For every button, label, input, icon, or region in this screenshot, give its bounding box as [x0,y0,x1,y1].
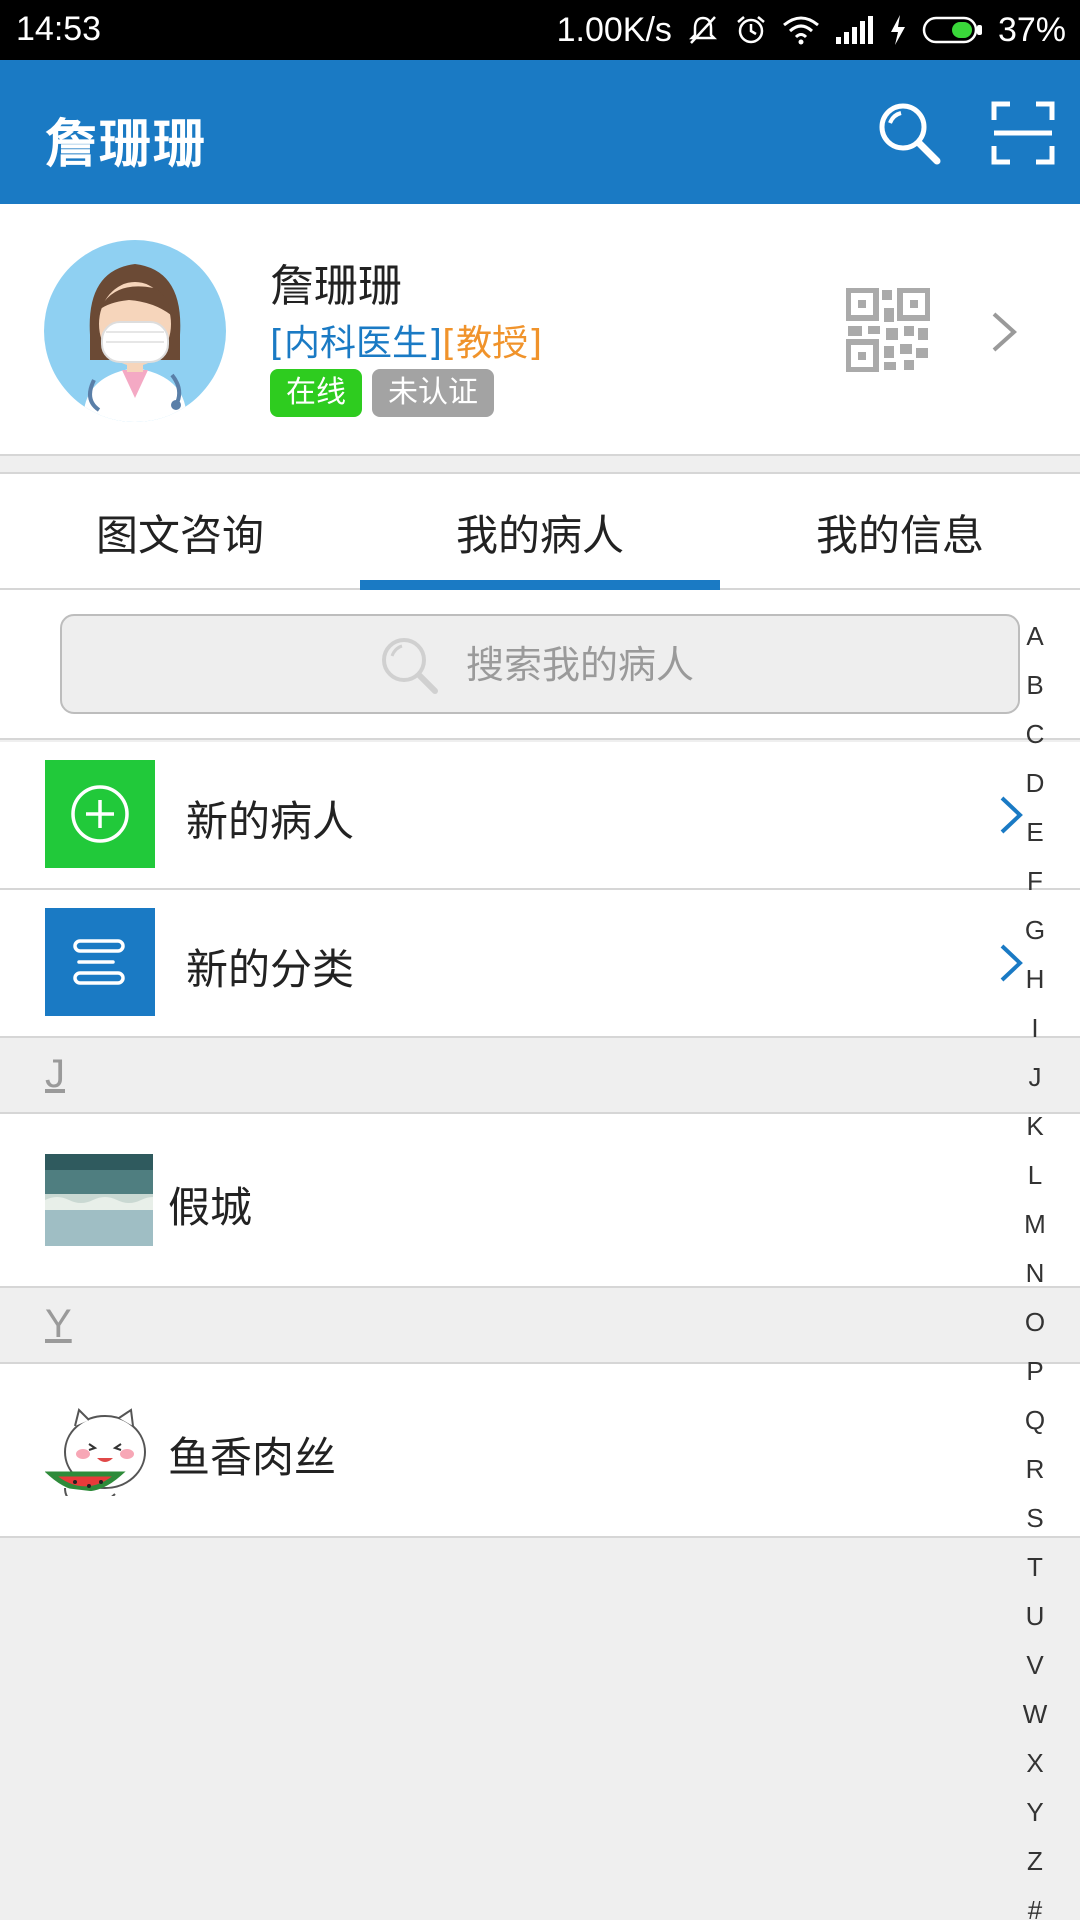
index-letter[interactable]: Z [1016,1837,1054,1886]
index-letter[interactable]: # [1016,1886,1054,1920]
scan-icon [991,101,1055,165]
signal-icon [834,15,874,45]
search-button[interactable] [876,100,942,166]
index-letter[interactable]: Y [1016,1788,1054,1837]
status-badges: 在线 未认证 [270,369,494,417]
alarm-icon [734,13,768,47]
charging-icon [888,13,908,47]
section-header-y: Y [0,1288,1080,1364]
index-letter[interactable]: E [1016,808,1054,857]
tab-label: 我的病人 [455,511,624,560]
index-letter[interactable]: N [1016,1249,1054,1298]
index-letter[interactable]: D [1016,759,1054,808]
index-letter[interactable]: M [1016,1200,1054,1249]
search-icon [879,103,941,165]
index-letter[interactable]: X [1016,1739,1054,1788]
battery-icon [922,15,984,45]
add-circle-icon [45,760,155,868]
doctor-name: 詹珊珊 [270,261,402,312]
index-letter[interactable]: P [1016,1347,1054,1396]
index-letter[interactable]: U [1016,1592,1054,1641]
index-letter[interactable]: O [1016,1298,1054,1347]
section-letter: J [45,1052,65,1096]
tab-consultation[interactable]: 图文咨询 [0,474,360,588]
new-category-label: 新的分类 [186,945,355,994]
status-badge-online: 在线 [270,369,362,417]
patient-row[interactable]: 鱼香肉丝 [0,1364,1080,1538]
patient-name: 鱼香肉丝 [168,1433,337,1482]
index-letter[interactable]: T [1016,1543,1054,1592]
new-patient-row[interactable]: 新的病人 [0,742,1080,890]
section-header-j: J [0,1038,1080,1114]
index-letter[interactable]: V [1016,1641,1054,1690]
status-icons: 1.00K/s 37% [557,8,1066,52]
active-tab-indicator [360,580,720,590]
index-letter[interactable]: C [1016,710,1054,759]
patient-search-box[interactable] [60,614,1020,714]
index-letter[interactable]: J [1016,1053,1054,1102]
tab-my-patients[interactable]: 我的病人 [360,474,720,590]
index-letter[interactable]: S [1016,1494,1054,1543]
patient-avatar [45,1404,153,1496]
search-input[interactable] [466,634,866,696]
battery-percent: 37% [997,10,1066,49]
patient-avatar [45,1154,153,1246]
tab-my-info[interactable]: 我的信息 [720,474,1080,588]
alphabet-index[interactable]: A B C D E F G H I J K L M N O P Q R S T … [1016,612,1054,1920]
index-letter[interactable]: L [1016,1151,1054,1200]
section-letter: Y [45,1302,72,1346]
page-title: 詹珊珊 [45,115,208,175]
doctor-department: [内科医生] [270,323,443,364]
new-category-row[interactable]: 新的分类 [0,890,1080,1038]
search-icon [382,638,438,694]
chevron-right-icon [992,312,1017,352]
index-letter[interactable]: K [1016,1102,1054,1151]
index-letter[interactable]: B [1016,661,1054,710]
patient-name: 假城 [168,1183,253,1232]
status-badge-unverified: 未认证 [372,369,494,417]
scan-button[interactable] [990,100,1056,166]
patient-row[interactable]: 假城 [0,1114,1080,1288]
tab-label: 图文咨询 [95,511,264,560]
index-letter[interactable]: I [1016,1004,1054,1053]
index-letter[interactable]: R [1016,1445,1054,1494]
doctor-titles: [内科医生][教授] [270,314,542,366]
list-lines-icon [45,908,155,1016]
network-speed: 1.00K/s [556,10,672,49]
mute-icon [686,13,720,47]
status-time: 14:53 [16,10,102,48]
index-letter[interactable]: W [1016,1690,1054,1739]
index-letter[interactable]: H [1016,955,1054,1004]
tab-label: 我的信息 [815,511,984,560]
index-letter[interactable]: A [1016,612,1054,661]
index-letter[interactable]: Q [1016,1396,1054,1445]
index-letter[interactable]: G [1016,906,1054,955]
tab-bar: 图文咨询 我的病人 我的信息 [0,472,1080,590]
new-patient-label: 新的病人 [186,797,355,846]
wifi-icon [782,15,820,45]
avatar [44,240,226,422]
search-area [0,590,1080,740]
qr-code-icon[interactable] [845,287,931,373]
screen: 14:53 1.00K/s 37% 詹珊珊 詹珊珊 [内科医生][教授] 在线 … [0,0,1080,1920]
app-header: 詹珊珊 [0,60,1080,204]
status-bar: 14:53 1.00K/s 37% [0,0,1080,60]
index-letter[interactable]: F [1016,857,1054,906]
doctor-rank: [教授] [442,323,543,364]
profile-card[interactable]: 詹珊珊 [内科医生][教授] 在线 未认证 [0,204,1080,456]
